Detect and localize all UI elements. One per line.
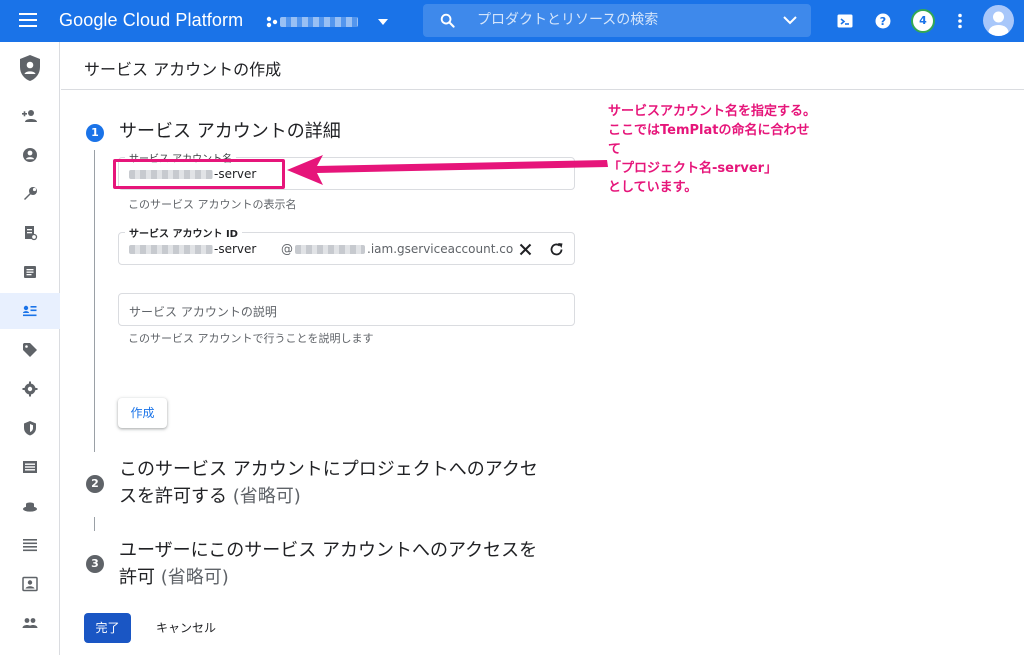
caret-down-icon	[378, 19, 388, 25]
svg-text:?: ?	[880, 15, 886, 28]
nav-contacts[interactable]	[0, 566, 60, 602]
notifications-badge[interactable]: 4	[911, 9, 935, 33]
service-account-icon	[23, 305, 37, 317]
wrench-icon	[24, 187, 37, 200]
service-account-id-field[interactable]: サービス アカウント ID -server @ .iam.gserviceacc…	[118, 225, 575, 265]
annotation-line-3: て	[608, 142, 622, 157]
id-domain-blurred	[295, 245, 365, 254]
nav-service-accounts[interactable]	[0, 293, 60, 329]
article-icon	[24, 266, 36, 278]
policy-doc-icon	[25, 226, 38, 241]
id-domain-at: @	[281, 242, 293, 256]
step-3-title[interactable]: ユーザーにこのサービス アカウントへのアクセスを 許可 (省略可)	[119, 537, 579, 591]
step-2-title[interactable]: このサービス アカウントにプロジェクトへのアクセ スを許可する (省略可)	[119, 456, 579, 510]
chevron-down-icon[interactable]	[783, 15, 797, 25]
help-icon[interactable]: ?	[874, 12, 892, 30]
page-header: サービス アカウントの作成	[61, 42, 1024, 90]
step-2-number: 2	[86, 475, 104, 493]
lines-icon	[23, 539, 37, 552]
annotation-highlight-box	[113, 159, 285, 189]
search-bar[interactable]	[423, 4, 811, 37]
nav-more[interactable]	[0, 644, 60, 655]
step-3-number: 3	[86, 555, 104, 573]
annotation-line-2: ここではTemPlatの命名に合わせ	[608, 123, 810, 138]
step-2-connector	[94, 517, 95, 531]
nav-tools[interactable]	[0, 176, 60, 212]
id-domain-suffix: .iam.gserviceaccount.co	[367, 242, 514, 256]
group-icon	[22, 618, 38, 628]
annotation-line-5: としています。	[608, 180, 698, 195]
gear-icon	[22, 381, 38, 397]
nav-policy[interactable]	[0, 215, 60, 251]
nav-account[interactable]	[0, 137, 60, 173]
nav-audit-logs[interactable]	[0, 527, 60, 563]
nav-groups[interactable]	[0, 605, 60, 641]
tag-icon	[23, 343, 37, 357]
nav-identity-aware[interactable]	[0, 449, 60, 485]
page-title: サービス アカウントの作成	[84, 60, 282, 79]
nav-audit[interactable]	[0, 254, 60, 290]
step-3-title-line-2: 許可	[119, 567, 155, 588]
annotation-line-4: 「プロジェクト名-server」	[608, 161, 778, 176]
service-account-id-value: -server	[214, 242, 257, 256]
iam-shield-logo-icon[interactable]	[18, 54, 42, 82]
more-vert-icon[interactable]	[951, 12, 969, 30]
done-button[interactable]: 完了	[84, 613, 131, 643]
account-circle-icon	[23, 148, 37, 162]
annotation-line-1: サービスアカウント名を指定する。	[608, 104, 817, 119]
left-nav-rail	[0, 42, 60, 655]
search-input[interactable]	[477, 9, 767, 31]
step-1-number: 1	[86, 124, 104, 142]
cloud-shell-icon[interactable]	[836, 12, 854, 30]
description-placeholder: サービス アカウントの説明	[129, 305, 277, 319]
service-account-description-field[interactable]: サービス アカウントの説明	[118, 293, 575, 326]
step-1-connector	[94, 150, 95, 452]
project-name-blurred	[280, 17, 358, 27]
annotation-text: サービスアカウント名を指定する。 ここではTemPlatの命名に合わせ て 「プ…	[608, 102, 848, 197]
refresh-icon[interactable]	[549, 242, 564, 257]
close-icon[interactable]	[519, 243, 532, 256]
top-app-bar: Google Cloud Platform ? 4	[0, 0, 1024, 42]
step-2-title-line-1: このサービス アカウントにプロジェクトへのアクセ	[119, 459, 538, 480]
nav-add-person[interactable]	[0, 98, 60, 134]
step-3-optional: (省略可)	[160, 567, 229, 588]
shield-icon	[24, 421, 36, 436]
step-2-optional: (省略可)	[232, 486, 301, 507]
project-dots-icon	[266, 16, 278, 28]
brand-title[interactable]: Google Cloud Platform	[59, 10, 243, 31]
nav-tags[interactable]	[0, 332, 60, 368]
service-account-name-hint: このサービス アカウントの表示名	[128, 198, 297, 211]
list-box-icon	[23, 461, 37, 473]
avatar[interactable]	[983, 5, 1014, 36]
description-hint: このサービス アカウントで行うことを説明します	[128, 332, 374, 345]
service-account-id-label: サービス アカウント ID	[125, 225, 242, 240]
nav-privacy[interactable]	[0, 410, 60, 446]
search-icon	[440, 13, 455, 28]
step-1-title[interactable]: サービス アカウントの詳細	[119, 118, 341, 145]
create-button[interactable]: 作成	[118, 398, 167, 428]
id-blurred-prefix	[129, 245, 213, 254]
person-icon	[988, 11, 1009, 36]
project-picker[interactable]	[266, 11, 394, 33]
contact-card-icon	[22, 576, 38, 592]
annotation-arrow-icon	[287, 155, 608, 185]
hat-icon	[23, 502, 37, 512]
nav-settings[interactable]	[0, 371, 60, 407]
add-person-icon	[22, 110, 37, 122]
nav-roles[interactable]	[0, 488, 60, 524]
step-2-title-line-2: スを許可する	[119, 486, 227, 507]
step-3-title-line-1: ユーザーにこのサービス アカウントへのアクセスを	[119, 540, 538, 561]
cancel-button[interactable]: キャンセル	[150, 613, 222, 643]
hamburger-menu-icon[interactable]	[19, 13, 37, 27]
